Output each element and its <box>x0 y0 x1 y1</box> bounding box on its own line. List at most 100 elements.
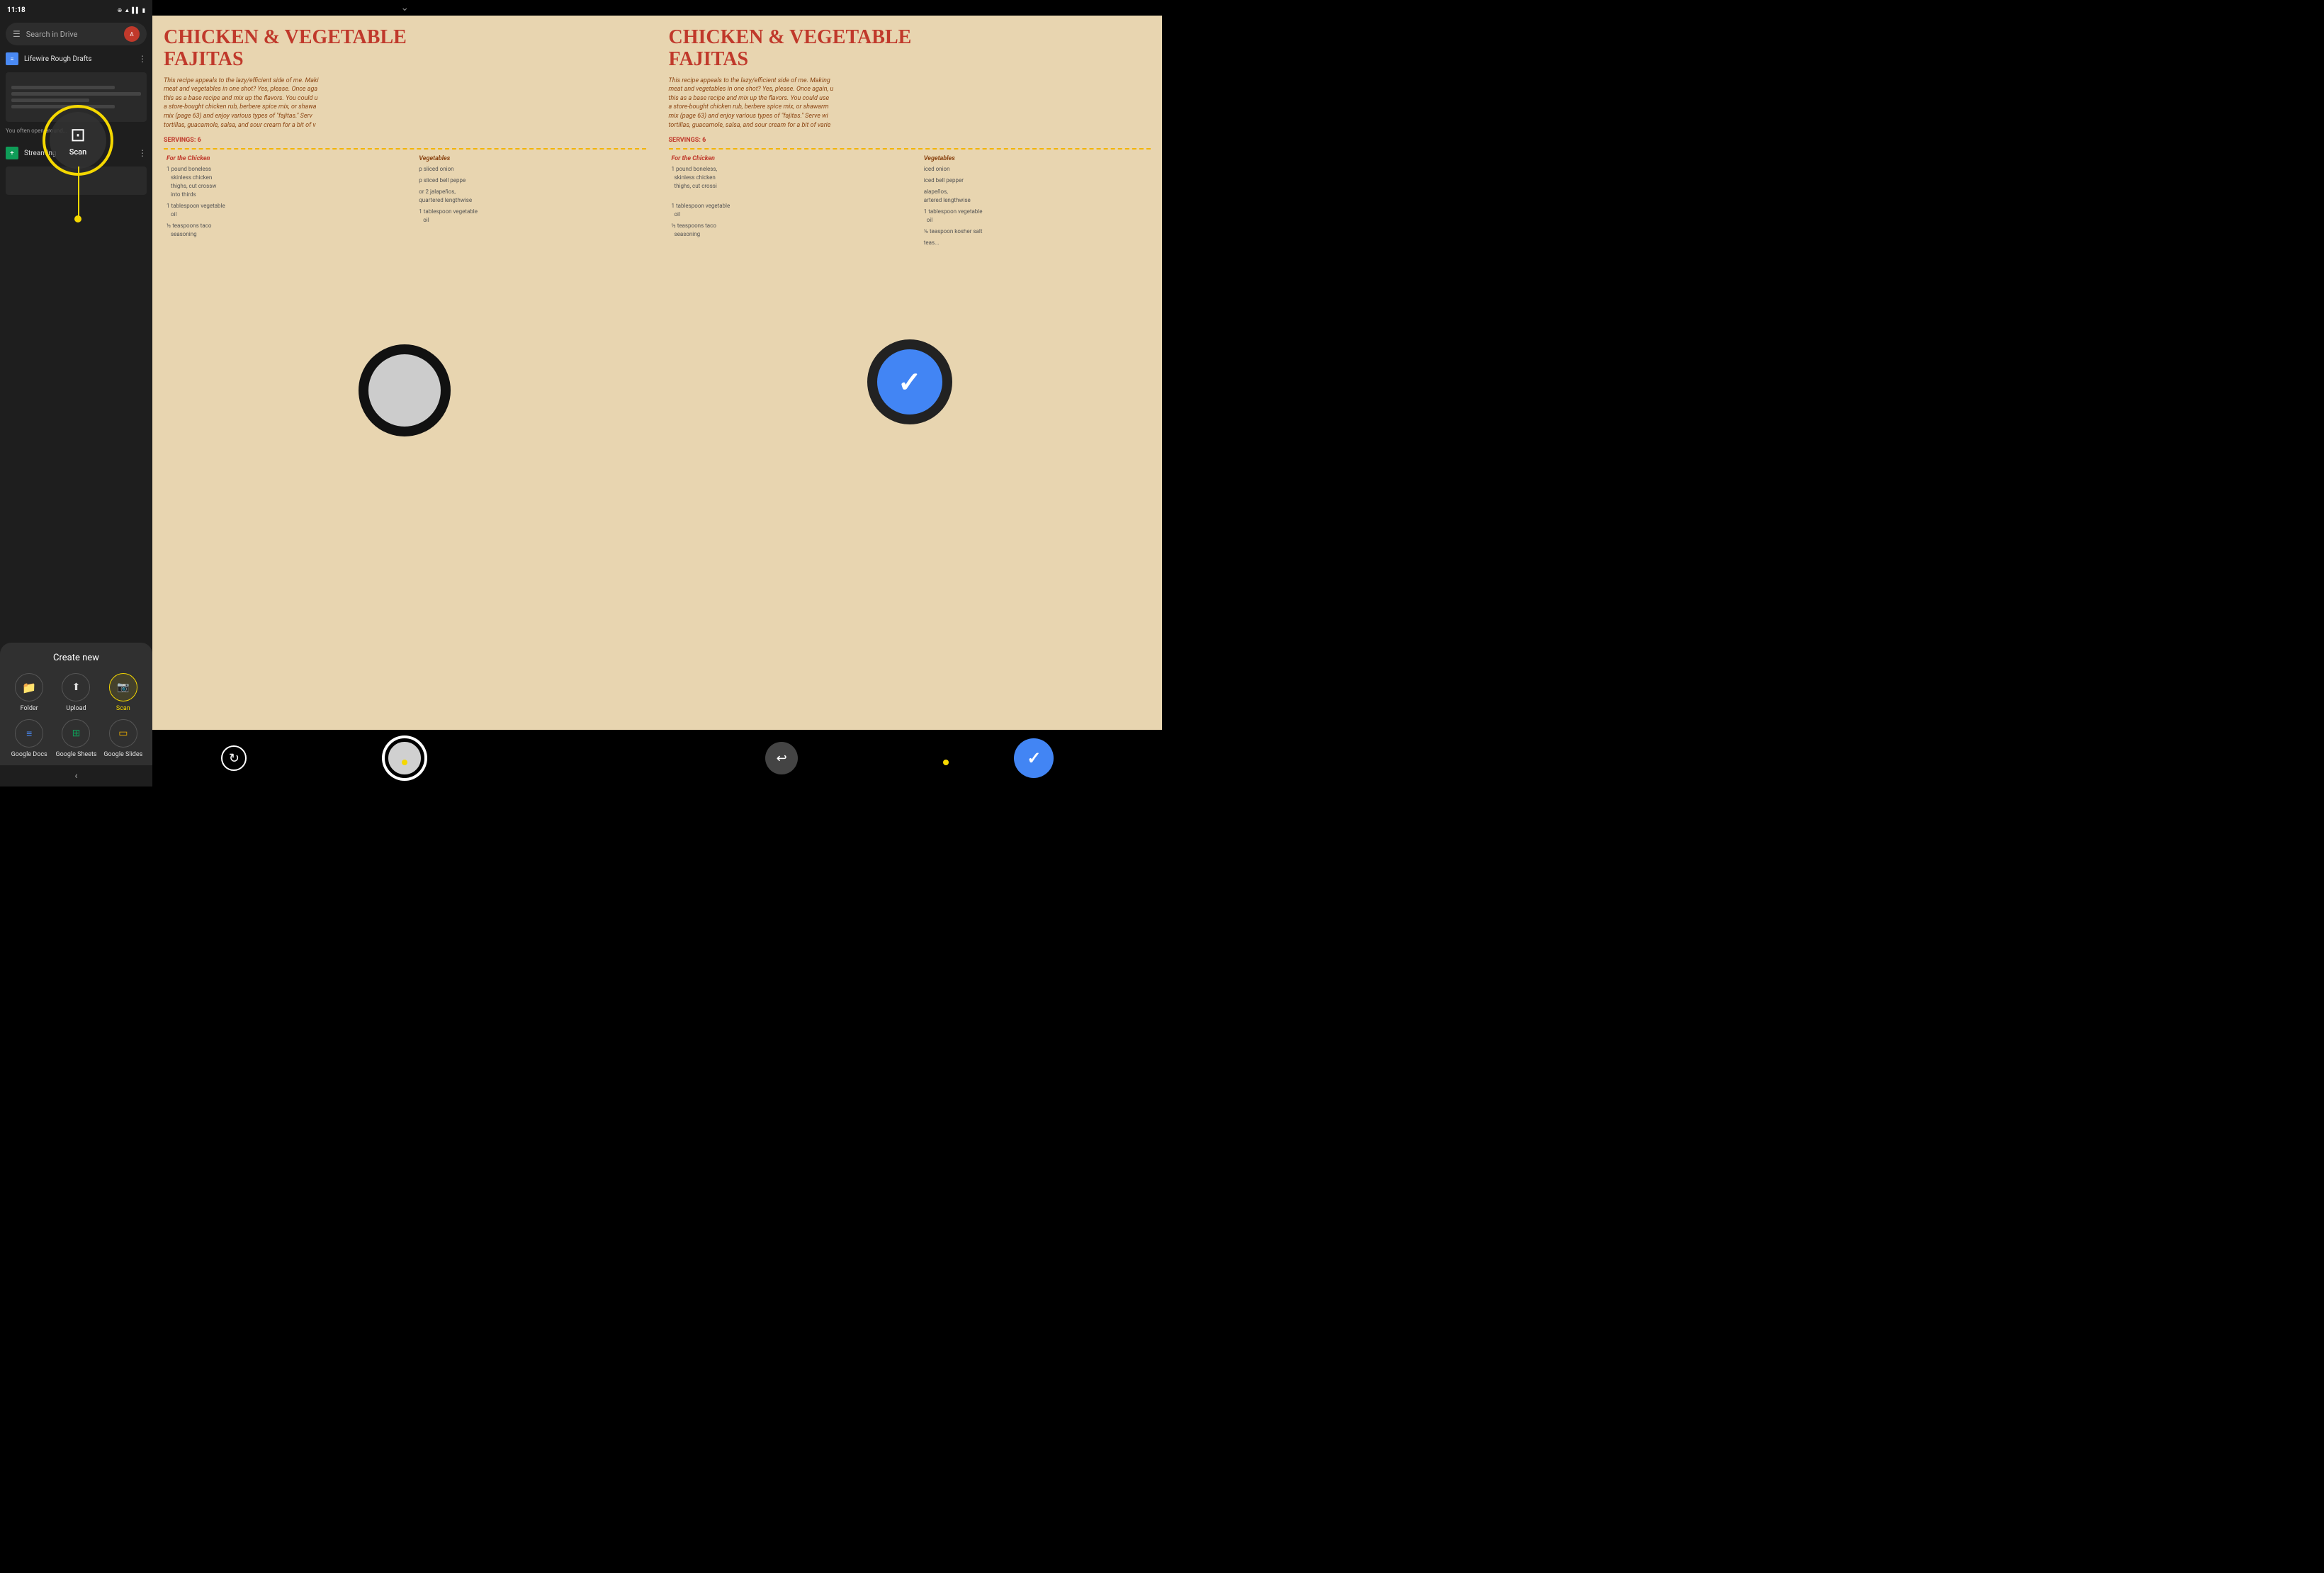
back-button-left[interactable]: ‹ <box>74 770 77 782</box>
camera-capture-panel: ⌄ CHICKEN & VEGETABLEFAJITAS This recipe… <box>152 0 658 786</box>
google-sheets-icon: ⊞ <box>72 728 81 739</box>
section-chicken-middle: For the Chicken <box>155 152 402 164</box>
recipe-servings-middle: SERVINGS: 6 <box>152 135 658 145</box>
more-icon-streaming[interactable]: ⋮ <box>138 148 147 158</box>
sheets-file-icon <box>6 147 18 159</box>
ingredient-veg-5-right: ½ teaspoon kosher salt <box>913 226 1159 237</box>
camera-controls-middle: ↻ <box>152 730 658 786</box>
sheets-label: Google Sheets <box>55 751 96 758</box>
ingredient-veg-4-right: 1 tablespoon vegetable oil <box>913 206 1159 226</box>
file-preview-streaming <box>6 167 147 195</box>
ingredient-chicken-1-middle: 1 pound boneless skinless chicken thighs… <box>155 164 402 201</box>
ingredient-veg-1-middle: p sliced onion <box>407 164 654 175</box>
create-item-folder[interactable]: 📁 Folder <box>7 673 51 712</box>
confirm-ring-overlay: ✓ <box>867 339 952 424</box>
docs-file-icon <box>6 52 18 65</box>
top-chevron[interactable]: ⌄ <box>152 0 658 16</box>
camera-confirm-panel: CHICKEN & VEGETABLEFAJITAS This recipe a… <box>658 0 1163 786</box>
recipe-image-middle: CHICKEN & VEGETABLEFAJITAS This recipe a… <box>152 16 658 765</box>
recipe-image-right: CHICKEN & VEGETABLEFAJITAS This recipe a… <box>658 16 1163 765</box>
slides-label: Google Slides <box>103 751 142 758</box>
signal-icon: ▌▌ <box>132 7 140 13</box>
section-vegetables-right: Vegetables <box>913 152 1159 164</box>
recipe-body-middle: This recipe appeals to the lazy/efficien… <box>152 71 658 136</box>
hamburger-icon: ☰ <box>13 29 21 39</box>
ingredient-chicken-1-right: 1 pound boneless, skinless chicken thigh… <box>660 164 907 201</box>
create-items-grid: 📁 Folder ⬆ Upload 📷 Scan ≡ G <box>7 673 145 758</box>
folder-icon: 📁 <box>22 681 36 694</box>
create-item-slides[interactable]: ▭ Google Slides <box>101 719 145 758</box>
annotation-arrow-dot <box>74 215 81 222</box>
preview-line-4 <box>11 105 115 108</box>
scan-camera-icon: 📷 <box>117 682 129 693</box>
recipe-body-right: This recipe appeals to the lazy/efficien… <box>658 71 1163 136</box>
file-name-lifewire: Lifewire Rough Drafts <box>24 55 132 63</box>
preview-line-2 <box>11 92 141 96</box>
folder-icon-circle: 📁 <box>15 673 43 701</box>
rotate-button-middle[interactable]: ↻ <box>221 745 247 771</box>
upload-icon-circle: ⬆ <box>62 673 90 701</box>
avatar: A <box>124 26 140 42</box>
shutter-ring-overlay <box>359 344 451 436</box>
dotted-divider-middle <box>164 148 646 150</box>
wifi-icon: ▲ <box>124 7 130 13</box>
create-item-scan[interactable]: 📷 Scan <box>101 673 145 712</box>
preview-line-3 <box>11 98 89 102</box>
yellow-dot-recipe-right <box>943 760 949 765</box>
docs-label: Google Docs <box>11 751 47 758</box>
ingredient-veg-2-right: iced bell pepper <box>913 175 1159 186</box>
file-item-lifewire[interactable]: Lifewire Rough Drafts ⋮ <box>0 48 152 69</box>
section-vegetables-middle: Vegetables <box>407 152 654 164</box>
status-bar: 11:18 ⊕ ▲ ▌▌ ▮ <box>0 0 152 20</box>
annotation-arrow-line <box>78 167 79 216</box>
top-chevron-right <box>658 0 1163 16</box>
create-new-dialog: Create new 📁 Folder ⬆ Upload 📷 Scan <box>0 643 152 765</box>
nav-bar-left: ‹ <box>0 765 152 786</box>
create-item-docs[interactable]: ≡ Google Docs <box>7 719 51 758</box>
camera-controls-right: ↩ ✓ <box>658 730 1163 786</box>
google-docs-icon: ≡ <box>26 728 32 740</box>
ingredient-veg-4-middle: 1 tablespoon vegetable oil <box>407 206 654 226</box>
dotted-divider-right <box>669 148 1151 150</box>
shutter-button-middle[interactable] <box>385 738 424 778</box>
google-drive-panel: 11:18 ⊕ ▲ ▌▌ ▮ ☰ Search in Drive A Lifew… <box>0 0 152 786</box>
recipe-servings-right: SERVINGS: 6 <box>658 135 1163 145</box>
more-icon-lifewire[interactable]: ⋮ <box>138 54 147 64</box>
create-item-upload[interactable]: ⬆ Upload <box>54 673 98 712</box>
scan-camera-overlay-btn: ⊡ Scan <box>50 112 106 169</box>
confirm-button-right[interactable]: ✓ <box>1014 738 1054 778</box>
create-new-title: Create new <box>7 653 145 663</box>
status-icons: ⊕ ▲ ▌▌ ▮ <box>118 7 145 13</box>
slides-icon-circle: ▭ <box>109 719 137 748</box>
ingredient-chicken-3-middle: ½ teaspoons taco seasoning <box>155 220 402 240</box>
upload-label: Upload <box>66 705 86 712</box>
battery-icon: ▮ <box>142 7 145 13</box>
google-slides-icon: ▭ <box>118 728 128 739</box>
ingredient-chicken-2-right: 1 tablespoon vegetable oil <box>660 201 907 220</box>
undo-button-right[interactable]: ↩ <box>765 742 798 774</box>
ingredient-veg-2-middle: p sliced bell peppe <box>407 175 654 186</box>
folder-label: Folder <box>21 705 38 712</box>
ingredient-veg-6-right: teas... <box>913 237 1159 249</box>
section-chicken-right: For the Chicken <box>660 152 907 164</box>
yellow-dot-recipe-mid <box>402 760 407 765</box>
search-bar[interactable]: ☰ Search in Drive A <box>6 23 147 45</box>
ingredient-chicken-3-right: ½ teaspoons taco seasoning <box>660 220 907 240</box>
bluetooth-icon: ⊕ <box>118 7 123 13</box>
scan-label: Scan <box>116 705 130 712</box>
create-item-sheets[interactable]: ⊞ Google Sheets <box>54 719 98 758</box>
recipe-title-right: CHICKEN & VEGETABLEFAJITAS <box>658 16 1163 71</box>
docs-icon-circle: ≡ <box>15 719 43 748</box>
scan-label-overlay: Scan <box>69 147 86 157</box>
check-icon-overlay: ✓ <box>898 366 922 399</box>
status-time: 11:18 <box>7 6 26 14</box>
chevron-down-icon: ⌄ <box>400 2 409 13</box>
recipe-title-middle: CHICKEN & VEGETABLEFAJITAS <box>152 16 658 71</box>
search-placeholder: Search in Drive <box>26 30 118 39</box>
camera-icon-large: ⊡ <box>70 125 86 146</box>
ingredient-chicken-2-middle: 1 tablespoon vegetable oil <box>155 201 402 220</box>
scan-icon-circle: 📷 <box>109 673 137 701</box>
preview-content <box>6 80 147 114</box>
preview-line-1 <box>11 86 115 89</box>
sheets-icon-circle: ⊞ <box>62 719 90 748</box>
